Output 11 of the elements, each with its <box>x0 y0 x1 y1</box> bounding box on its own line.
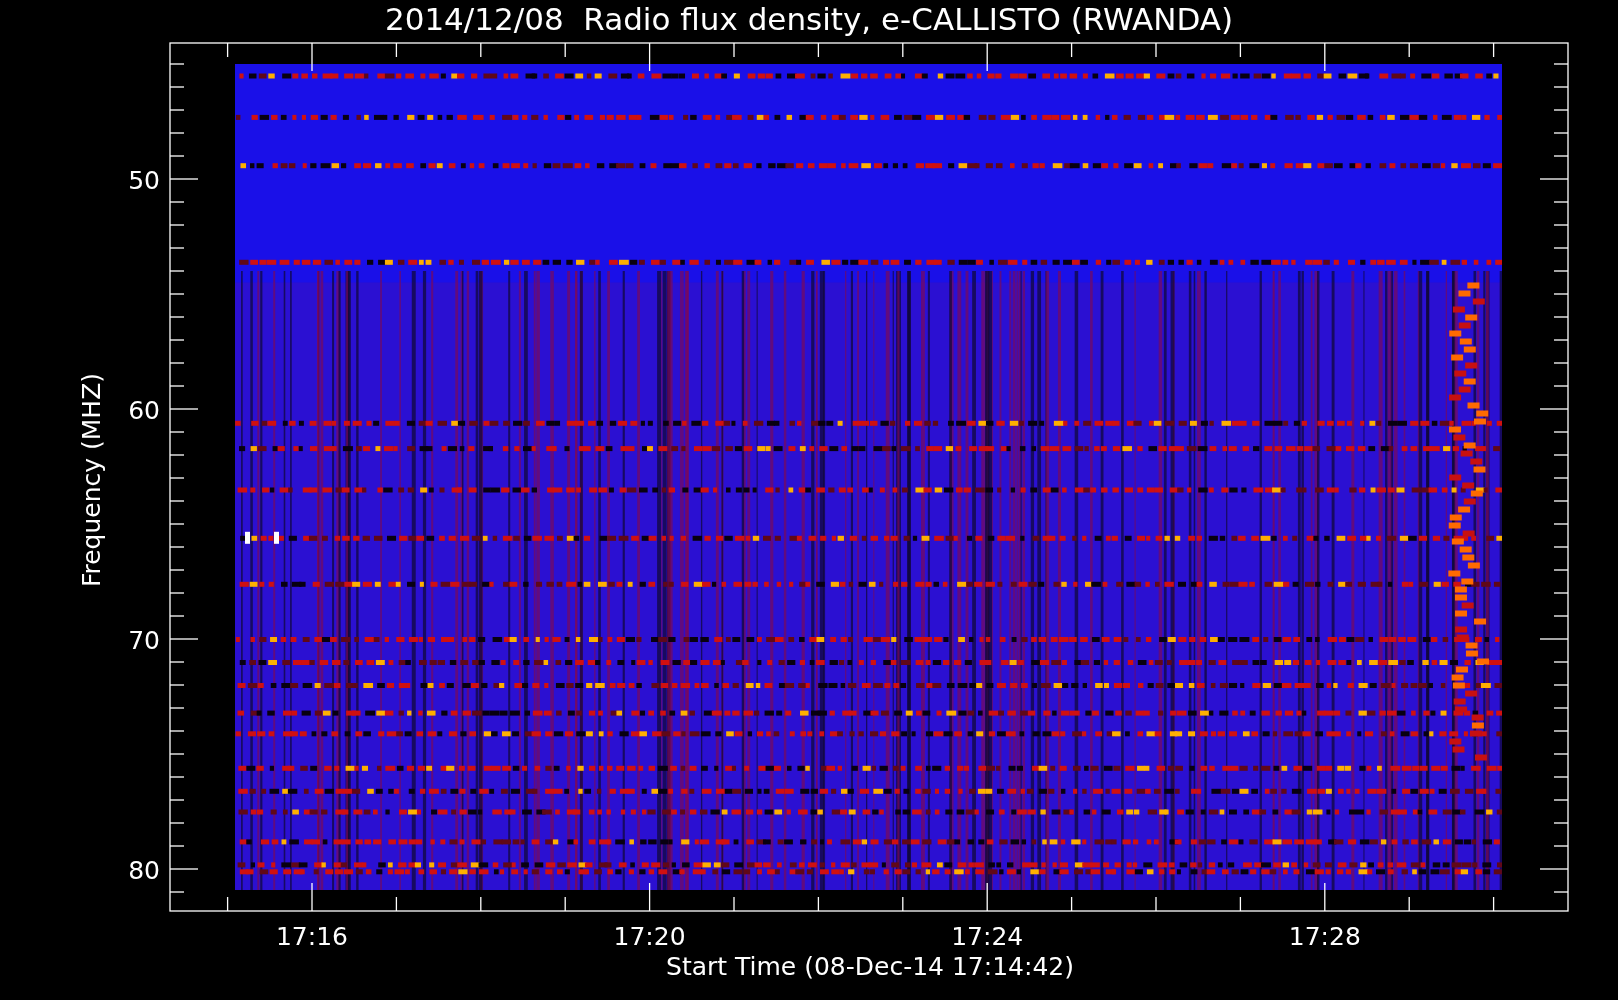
chart-title: 2014/12/08 Radio flux density, e-CALLISTO (RWANDA) <box>384 1 1234 37</box>
x-tick-label: 17:16 <box>276 922 348 951</box>
y-tick-label: 70 <box>128 626 160 655</box>
x-axis-label: Start Time (08-Dec-14 17:14:42) <box>666 952 1074 981</box>
x-tick-label: 17:24 <box>951 922 1024 951</box>
y-tick-label: 50 <box>128 166 160 195</box>
y-axis-label: Frequency (MHZ) <box>77 372 106 588</box>
x-tick-label: 17:28 <box>1288 922 1361 951</box>
y-tick-label: 60 <box>128 396 160 425</box>
x-tick-label: 17:20 <box>613 922 686 951</box>
y-tick-label: 80 <box>128 856 160 885</box>
